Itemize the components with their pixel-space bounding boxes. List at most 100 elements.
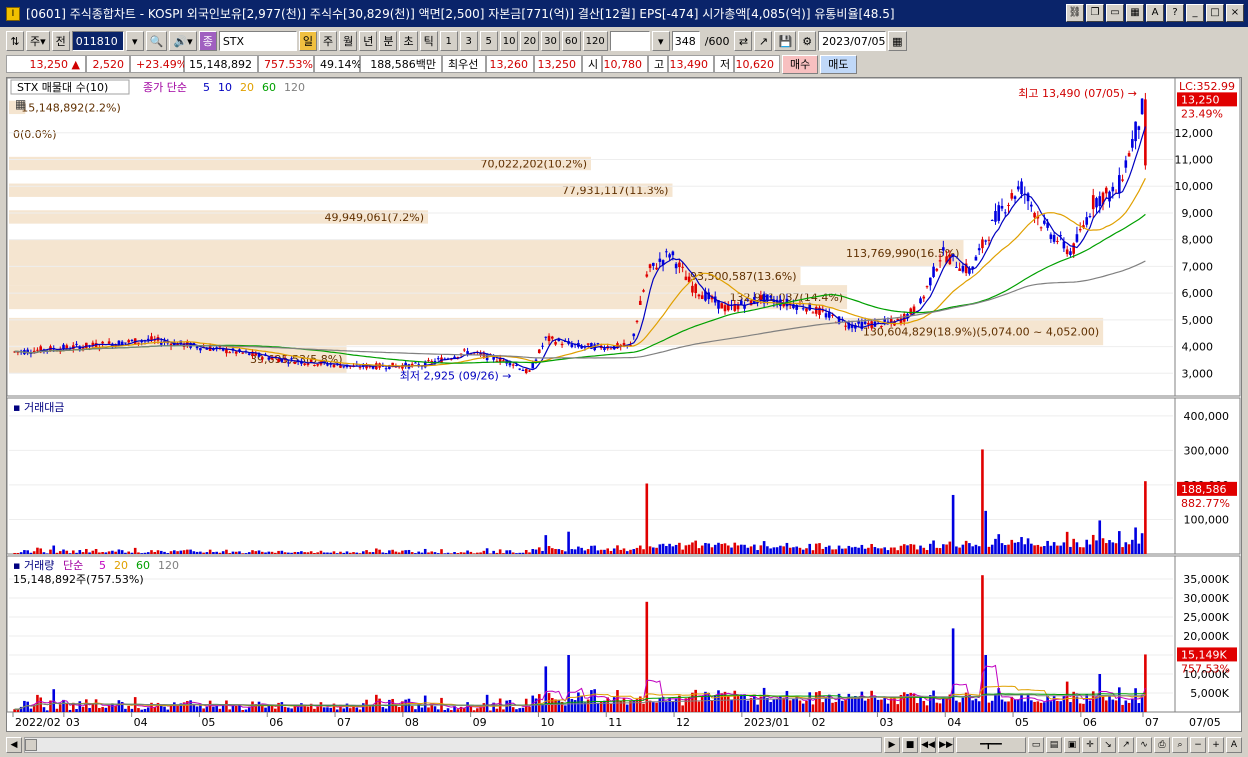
price-tick-label: 4,000 [1182, 341, 1214, 354]
custom-interval-input[interactable] [609, 31, 650, 51]
amount-bar [1144, 481, 1147, 554]
volume-bar [1088, 700, 1092, 712]
date-input[interactable]: 2023/07/05 [818, 31, 887, 51]
interval-10[interactable]: 10 [499, 31, 519, 51]
candle-body [1072, 243, 1075, 254]
amount-bar [453, 552, 456, 554]
interval-dropdown-icon[interactable]: ▾ [651, 31, 670, 51]
volume-bar [78, 701, 82, 712]
candle-body [665, 251, 668, 253]
volume-bar [313, 708, 316, 712]
stock-chart[interactable]: 15,148,892(2.2%)0(0.0%)70,022,202(10.2%)… [6, 77, 1241, 731]
interval-5[interactable]: 5 [479, 31, 498, 51]
minimize-button[interactable]: _ [1186, 4, 1204, 22]
interval-1[interactable]: 1 [439, 31, 458, 51]
amount-bar [65, 550, 69, 554]
toggle-icon[interactable]: ⇅ [6, 31, 24, 51]
volume-bar [876, 699, 880, 712]
volume-bar [919, 696, 922, 712]
amount-bar [687, 544, 691, 554]
volume-bar [847, 693, 851, 712]
amount-bar [218, 552, 222, 554]
grid-icon[interactable]: ▦ [1126, 4, 1144, 22]
buy-button[interactable]: 매수 [782, 54, 819, 74]
save-icon[interactable]: 💾 [774, 31, 797, 51]
interval-60[interactable]: 60 [561, 31, 581, 51]
amount-tick-label: 400,000 [1184, 410, 1230, 423]
amount-bar [1049, 545, 1053, 554]
search-icon[interactable]: 🔍 [145, 31, 168, 51]
chart-scrollbar[interactable] [24, 736, 882, 753]
volume-bar [283, 706, 287, 712]
help-icon[interactable]: ? [1166, 4, 1184, 22]
amount-bar [984, 510, 988, 554]
chart-area[interactable]: 15,148,892(2.2%) 0(0.0%) 70,022,202(10.2%)… [6, 77, 1242, 732]
candle-body [127, 340, 130, 343]
prev-button[interactable]: 전 [51, 31, 70, 51]
gear-icon[interactable]: ⚙ [798, 31, 817, 51]
speaker-icon[interactable]: 🔊▾ [169, 31, 197, 51]
fast-forward-icon[interactable]: ▶▶ [938, 736, 954, 753]
stock-code-input[interactable]: 011810 [71, 31, 124, 51]
stop-icon[interactable]: ■ [902, 736, 918, 753]
interval-120[interactable]: 120 [582, 31, 608, 51]
candle-body [463, 349, 466, 351]
period-year[interactable]: 년 [359, 31, 378, 51]
stock-name-field[interactable]: STX [218, 31, 297, 51]
interval-20[interactable]: 20 [520, 31, 540, 51]
amount-bar [1117, 531, 1121, 554]
amount-bar [867, 547, 870, 554]
arrows-icon[interactable]: ⇄ [734, 31, 753, 51]
scroll-left-icon[interactable]: ◀ [6, 736, 22, 753]
interval-3[interactable]: 3 [459, 31, 478, 51]
print-icon[interactable]: ⎙ [1154, 736, 1170, 753]
period-tick[interactable]: 틱 [419, 31, 438, 51]
link-icon[interactable]: ⛓ [1066, 4, 1084, 22]
amount-bar [1059, 545, 1062, 554]
zoom-slider[interactable]: ━┳━━ [956, 736, 1026, 753]
amount-bar [195, 551, 199, 554]
maximize-button[interactable]: □ [1206, 4, 1224, 22]
market-select[interactable]: 주 ▾ [26, 31, 50, 51]
sell-button[interactable]: 매도 [820, 54, 857, 74]
close-button[interactable]: × [1226, 4, 1244, 22]
calendar-icon[interactable]: ▦ [888, 31, 907, 51]
copy-icon[interactable]: ❐ [1086, 4, 1104, 22]
interval-30[interactable]: 30 [541, 31, 560, 51]
zoom-out-icon[interactable]: − [1190, 736, 1206, 753]
layout-icon[interactable]: ▭ [1028, 736, 1044, 753]
amount-bar [652, 547, 655, 554]
amount-bar [854, 546, 857, 554]
trend-alt-icon[interactable]: ↗ [1118, 736, 1134, 753]
amount-bar [1056, 545, 1059, 554]
period-day[interactable]: 일 [298, 31, 317, 51]
volume-profile-bar [9, 266, 801, 286]
play-icon[interactable]: ▶ [884, 736, 900, 753]
period-week[interactable]: 주 [318, 31, 338, 51]
screen-icon[interactable]: ▭ [1106, 4, 1124, 22]
amount-bar [573, 549, 577, 554]
period-month[interactable]: 월 [339, 31, 358, 51]
dropdown-icon[interactable]: ▾ [125, 31, 144, 51]
volume-bar [414, 709, 417, 712]
text-size-icon[interactable]: A [1226, 736, 1242, 753]
overlay-icon[interactable]: ▣ [1064, 736, 1080, 753]
font-icon[interactable]: A [1146, 4, 1164, 22]
rewind-icon[interactable]: ◀◀ [920, 736, 936, 753]
crosshair-icon[interactable]: ✛ [1082, 736, 1098, 753]
zoom-in-icon[interactable]: + [1208, 736, 1224, 753]
wave-icon[interactable]: ∿ [1136, 736, 1152, 753]
period-second[interactable]: 초 [399, 31, 418, 51]
trend-icon[interactable]: ↘ [1100, 736, 1116, 753]
period-minute[interactable]: 분 [379, 31, 398, 51]
scroll-thumb[interactable] [25, 738, 37, 751]
count-input[interactable]: 348 [671, 31, 700, 51]
line-tool-icon[interactable]: ↗ [754, 31, 773, 51]
zoom-icon[interactable]: ⌕ [1172, 736, 1188, 753]
volume-bar [172, 702, 176, 712]
trade-amount: 188,586백만 [360, 55, 442, 73]
candle-body [919, 298, 922, 304]
volume-bar [1137, 703, 1141, 712]
split-icon[interactable]: ▤ [1046, 736, 1062, 753]
volume-bar [502, 709, 505, 712]
